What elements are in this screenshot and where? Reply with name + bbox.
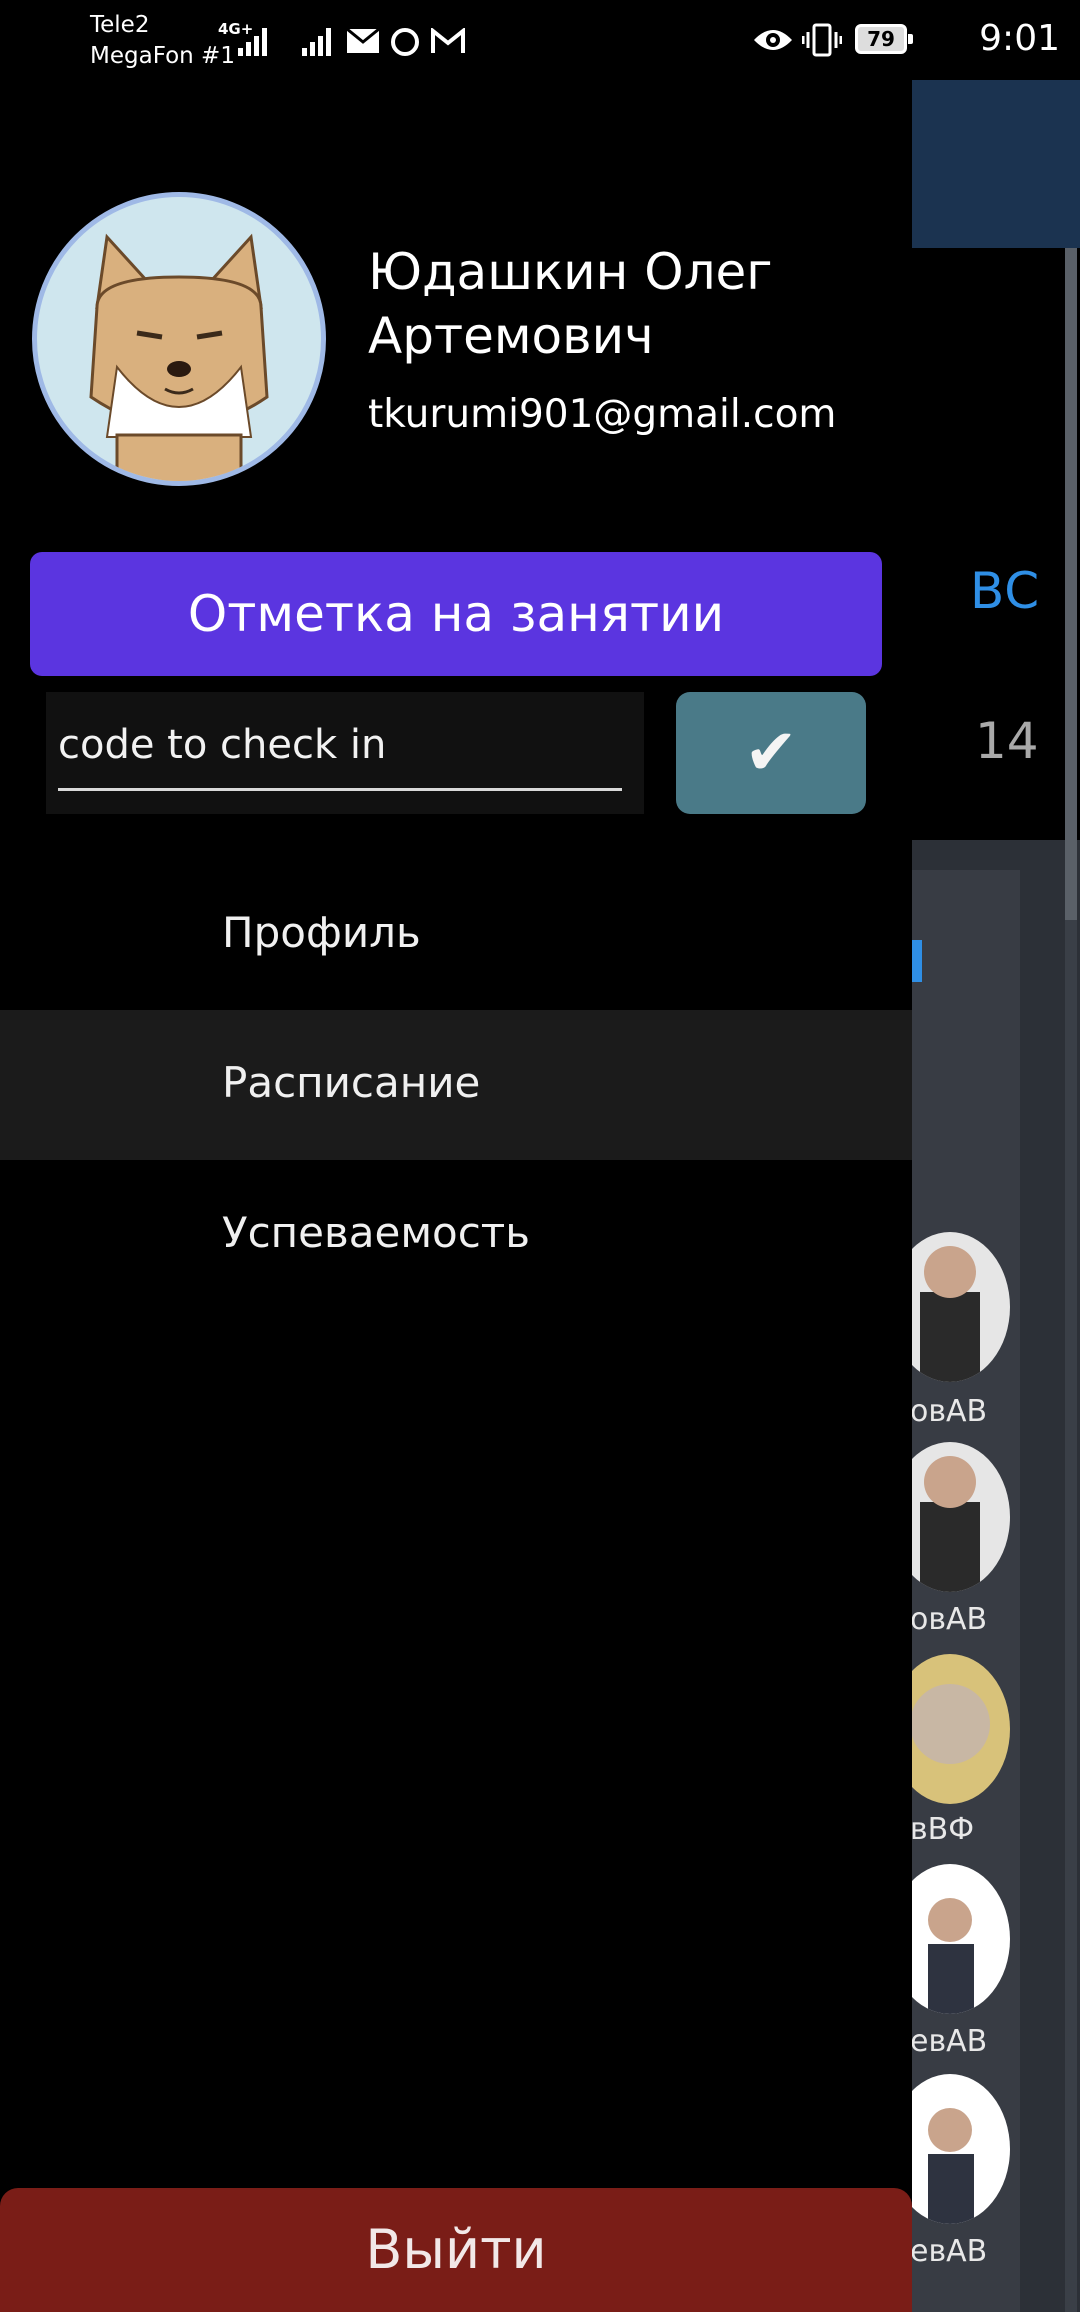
mail-icon [346,28,380,53]
battery-icon: 79 [855,24,913,54]
menu-item-label: Профиль [222,908,421,957]
weekday-label[interactable]: ВС [970,562,1039,620]
vibrate-icon [802,23,842,57]
avatar-peek-icon [910,352,912,378]
shiba-dog-avatar-icon [89,233,269,481]
user-email: tkurumi901@gmail.com [368,392,837,437]
teacher-name: евАВ [910,2234,988,2269]
teacher-name: овАВ [910,1394,988,1429]
confirm-code-button[interactable]: ✔ [676,692,866,814]
carrier-info: Tele2 MegaFon #1 [90,10,235,72]
app-header [910,80,1080,248]
user-name: Юдашкин Олег Артемович [368,243,773,365]
menu-item-profile[interactable]: Профиль [0,860,912,1010]
gmail-icon [431,28,465,53]
menu-item-schedule[interactable]: Расписание [0,1010,912,1160]
logout-button[interactable]: Выйти [0,2188,912,2312]
signal-icon [238,28,267,56]
eye-icon [754,30,792,50]
navigation-drawer: Юдашкин Олег Артемович tkurumi901@gmail.… [0,80,912,2312]
clock: 9:01 [979,18,1060,59]
checkin-code-input[interactable] [58,722,622,768]
checkin-code-field[interactable] [46,692,644,814]
teacher-name: вВФ [910,1812,975,1847]
menu-item-label: Расписание [222,1058,481,1107]
menu-item-label: Успеваемость [222,1208,531,1257]
scrollbar-thumb[interactable] [1065,248,1077,920]
checkin-button[interactable]: Отметка на занятии [30,552,882,676]
circle-icon [391,28,419,56]
input-underline [58,788,622,791]
carrier-2: MegaFon #1 [90,43,235,69]
teacher-name: овАВ [910,1602,988,1637]
signal-icon [302,28,331,56]
carrier-1: Tele2 [90,12,150,38]
user-avatar[interactable] [32,192,326,486]
status-bar: Tele2 MegaFon #1 4G+ 79 9:01 [0,0,1080,80]
date-label[interactable]: 14 [975,712,1039,770]
background-app: ВС 14 овАВ овАВ вВФ евАВ евАВ [910,80,1080,2312]
teacher-name: евАВ [910,2024,988,2059]
menu-item-grades[interactable]: Успеваемость [0,1160,912,1310]
